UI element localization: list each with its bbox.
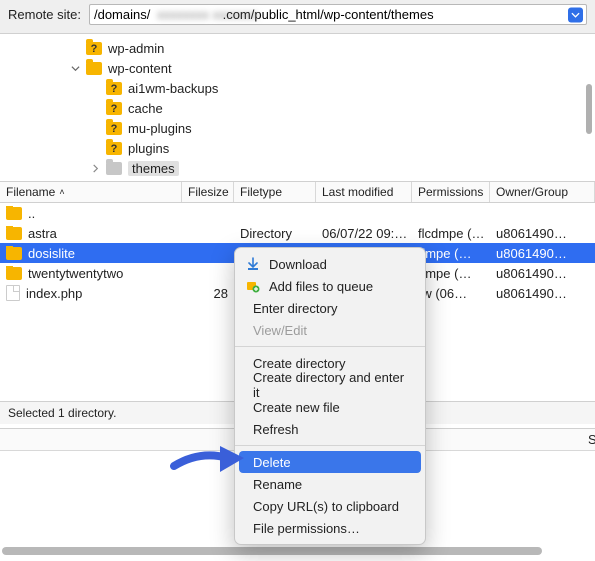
tree-item-label: wp-content (108, 61, 172, 76)
menu-item-label: Refresh (253, 422, 299, 437)
tree-scrollbar[interactable] (586, 84, 592, 134)
header-last-modified[interactable]: Last modified (316, 182, 412, 202)
chevron-right-icon[interactable] (90, 163, 100, 173)
tree-item-label: themes (128, 161, 179, 176)
file-name-cell: .. (0, 206, 182, 221)
queue-add-icon (245, 278, 261, 294)
header-permissions[interactable]: Permissions (412, 182, 490, 202)
file-name-cell: dosislite (0, 246, 182, 261)
sort-asc-icon: ˄ (59, 187, 64, 197)
menu-item[interactable]: Enter directory (235, 297, 425, 319)
file-row[interactable]: .. (0, 203, 595, 223)
tree-item[interactable]: ? mu-plugins (90, 118, 595, 138)
annotation-arrow-icon (170, 440, 250, 480)
header-owner-group[interactable]: Owner/Group (490, 182, 595, 202)
address-input-wrap: xxxxxxxx xxxxxxx (89, 4, 587, 25)
folder-icon (6, 207, 22, 220)
file-name-label: astra (28, 226, 57, 241)
file-icon (6, 285, 20, 301)
file-cell: 06/07/22 09:… (316, 226, 412, 241)
download-icon (245, 256, 261, 272)
header-filetype[interactable]: Filetype (234, 182, 316, 202)
menu-separator (235, 346, 425, 347)
file-name-label: dosislite (28, 246, 75, 261)
menu-item-label: Copy URL(s) to clipboard (253, 499, 399, 514)
disclosure-placeholder (70, 43, 80, 53)
menu-item-label: File permissions… (253, 521, 360, 536)
chevron-down-icon (571, 10, 580, 19)
tree-item[interactable]: ? plugins (90, 138, 595, 158)
disclosure-placeholder (90, 143, 100, 153)
menu-separator (235, 445, 425, 446)
menu-item[interactable]: Rename (235, 473, 425, 495)
folder-icon: ? (106, 142, 122, 155)
menu-item-label: Create new file (253, 400, 340, 415)
folder-icon (6, 227, 22, 240)
menu-item-label: Delete (253, 455, 291, 470)
menu-item-label: Download (269, 257, 327, 272)
header-filesize[interactable]: Filesize (182, 182, 234, 202)
folder-icon: ? (86, 42, 102, 55)
address-label: Remote site: (8, 7, 81, 22)
tree-item[interactable]: themes (90, 158, 595, 178)
file-cell: u8061490… (490, 286, 595, 301)
menu-item[interactable]: Refresh (235, 418, 425, 440)
tree-item-label: cache (128, 101, 163, 116)
chevron-down-icon[interactable] (70, 63, 80, 73)
file-name-cell: index.php (0, 285, 182, 301)
disclosure-placeholder (90, 83, 100, 93)
remote-path-input[interactable] (89, 4, 587, 25)
menu-item[interactable]: Copy URL(s) to clipboard (235, 495, 425, 517)
file-cell: u8061490… (490, 266, 595, 281)
folder-icon: ? (106, 82, 122, 95)
file-cell: Directory (234, 226, 316, 241)
file-name-cell: twentytwentytwo (0, 266, 182, 281)
file-cell: 28 (182, 286, 234, 301)
path-dropdown-button[interactable] (568, 7, 583, 22)
tree-item-label: mu-plugins (128, 121, 192, 136)
file-cell: u8061490… (490, 226, 595, 241)
disclosure-placeholder (90, 123, 100, 133)
tree-item[interactable]: ? cache (90, 98, 595, 118)
context-menu: Download Add files to queue Enter director… (234, 247, 426, 545)
folder-icon (106, 162, 122, 175)
menu-item-label: Rename (253, 477, 302, 492)
disclosure-placeholder (90, 103, 100, 113)
menu-item-label: Create directory and enter it (253, 370, 413, 400)
tree-item-label: wp-admin (108, 41, 164, 56)
menu-item-label: Enter directory (253, 301, 338, 316)
folder-icon (86, 62, 102, 75)
tree-item-label: ai1wm-backups (128, 81, 218, 96)
file-name-label: twentytwentytwo (28, 266, 123, 281)
menu-item[interactable]: Download (235, 253, 425, 275)
menu-item[interactable]: Delete (239, 451, 421, 473)
menu-item: View/Edit (235, 319, 425, 341)
header-filename[interactable]: Filename˄ (0, 182, 182, 202)
folder-icon (6, 247, 22, 260)
bottom-scrollbar[interactable] (2, 547, 542, 555)
menu-item-label: View/Edit (253, 323, 307, 338)
file-name-label: .. (28, 206, 35, 221)
folder-icon (6, 267, 22, 280)
menu-item[interactable]: File permissions… (235, 517, 425, 539)
tree-item[interactable]: ? wp-admin (70, 38, 595, 58)
menu-item-label: Create directory (253, 356, 345, 371)
file-list-headers: Filename˄ Filesize Filetype Last modifie… (0, 182, 595, 203)
file-cell: u8061490… (490, 246, 595, 261)
tree-item[interactable]: ? ai1wm-backups (90, 78, 595, 98)
folder-icon: ? (106, 122, 122, 135)
file-row[interactable]: astra Directory06/07/22 09:…flcdmpe (…u80… (0, 223, 595, 243)
tree-item[interactable]: wp-content (70, 58, 595, 78)
menu-item[interactable]: Create directory and enter it (235, 374, 425, 396)
file-name-label: index.php (26, 286, 82, 301)
file-name-cell: astra (0, 226, 182, 241)
file-cell: flcdmpe (… (412, 226, 490, 241)
remote-tree: ? wp-admin wp-content? ai1wm-backups? cache?… (0, 34, 595, 182)
tree-item-label: plugins (128, 141, 169, 156)
menu-item[interactable]: Add files to queue (235, 275, 425, 297)
address-bar: Remote site: xxxxxxxx xxxxxxx (0, 0, 595, 34)
menu-item-label: Add files to queue (269, 279, 373, 294)
folder-icon: ? (106, 102, 122, 115)
